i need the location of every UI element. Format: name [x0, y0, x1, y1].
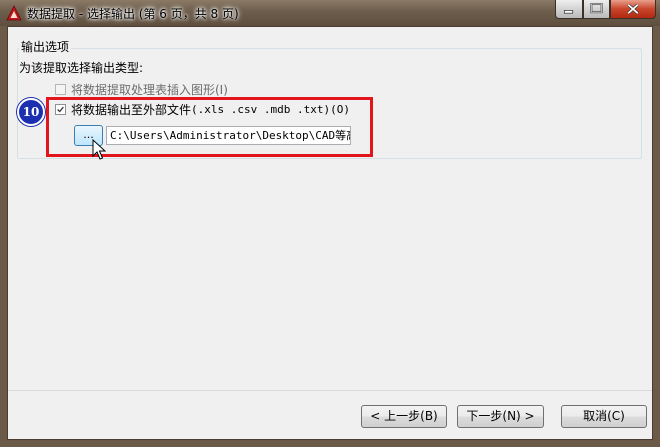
- insert-table-option: 将数据提取处理表插入图形(I): [55, 81, 228, 97]
- insert-table-label: 将数据提取处理表插入图形(I): [71, 82, 228, 97]
- step-badge: 10: [17, 98, 45, 126]
- window-title: 数据提取 - 选择输出 (第 6 页，共 8 页): [27, 7, 239, 21]
- dialog-body: 输出选项 为该提取选择输出类型: 将数据提取处理表插入图形(I) 将数据输出至外…: [7, 26, 653, 440]
- title-bar[interactable]: 数据提取 - 选择输出 (第 6 页，共 8 页): [0, 0, 660, 26]
- close-icon: [627, 3, 639, 15]
- insert-table-checkbox: [55, 83, 66, 95]
- footer-separator: [8, 390, 652, 391]
- back-button[interactable]: < 上一步(B): [361, 405, 447, 428]
- minimize-icon: [563, 10, 574, 14]
- prompt-text: 为该提取选择输出类型:: [19, 61, 144, 75]
- autocad-icon: [6, 5, 22, 21]
- mouse-cursor-icon: [92, 139, 106, 160]
- group-label: 输出选项: [19, 38, 72, 55]
- close-button[interactable]: [610, 0, 656, 19]
- maximize-button[interactable]: [583, 0, 610, 19]
- cancel-button[interactable]: 取消(C): [561, 405, 647, 428]
- maximize-icon: [590, 2, 603, 14]
- next-button[interactable]: 下一步(N) >: [457, 405, 544, 428]
- minimize-button[interactable]: [555, 0, 583, 19]
